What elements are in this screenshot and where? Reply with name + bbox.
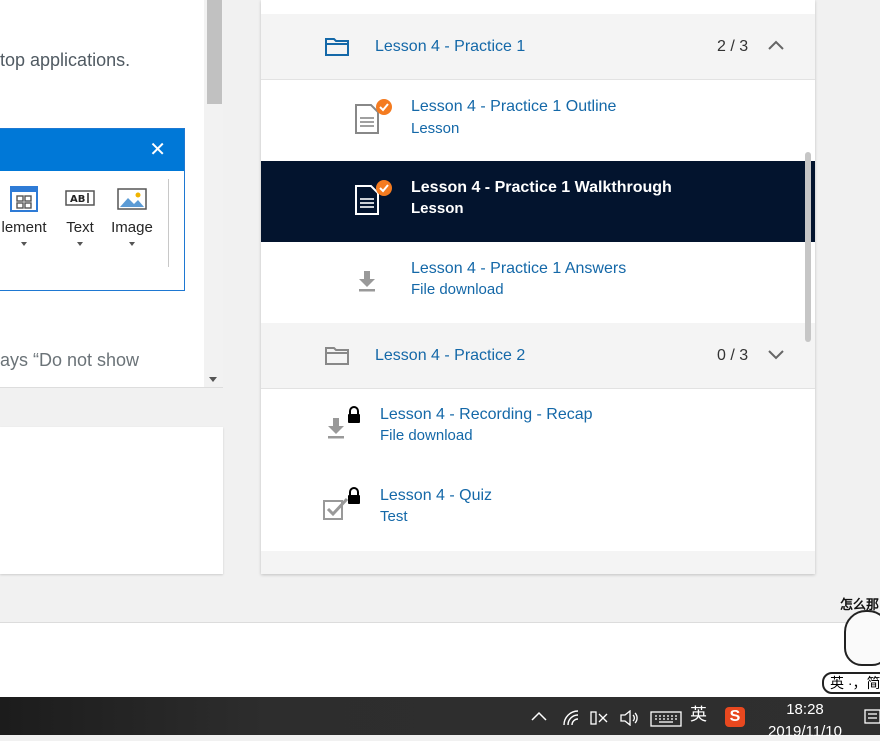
body-text-line: top applications. (0, 50, 131, 70)
section-progress-count: 0 / 3 (717, 347, 749, 364)
element-tool-button[interactable]: lement (0, 185, 52, 246)
text-tool-button[interactable]: AB Text (62, 185, 98, 246)
vertical-scrollbar[interactable] (204, 0, 223, 387)
lesson-item-type: Lesson (411, 200, 464, 217)
lesson-list-scrollbar[interactable] (805, 152, 811, 342)
windows-taskbar: 英 S 18:28 2019/11/10 (0, 697, 880, 740)
section-progress-count: 2 / 3 (717, 38, 749, 55)
chevron-down-icon (21, 242, 27, 246)
completed-check-icon (376, 180, 392, 196)
svg-text:AB: AB (70, 194, 85, 205)
scroll-down-arrow-icon[interactable] (209, 377, 217, 382)
lock-icon (348, 406, 360, 423)
wifi-icon[interactable] (562, 710, 580, 726)
taskbar-clock[interactable]: 18:28 2019/11/10 (760, 701, 850, 741)
chevron-down-icon[interactable] (767, 347, 785, 361)
text-box-icon: AB (65, 190, 95, 206)
chevron-up-icon[interactable] (531, 711, 547, 721)
download-icon (328, 418, 344, 439)
clock-date: 2019/11/10 (768, 723, 842, 740)
network-disconnected-icon[interactable] (590, 710, 610, 726)
completed-check-icon (376, 99, 392, 115)
scrollbar-thumb[interactable] (207, 0, 222, 104)
ime-status-bubble: 英 ·，简 (822, 672, 880, 694)
lesson-item-quiz[interactable]: Lesson 4 - Quiz Test (261, 470, 815, 551)
lesson-item-title: Lesson 4 - Recording - Recap (380, 406, 593, 423)
checkbox-icon (323, 497, 349, 520)
window-title-bar: ✕ (0, 129, 184, 171)
embedded-ribbon-window: ✕ lement AB Text Image (0, 128, 185, 291)
element-grid-icon (10, 186, 38, 212)
download-icon (359, 271, 375, 292)
keyboard-icon[interactable] (650, 711, 682, 727)
body-text-line: ays “Do not show (0, 350, 140, 370)
meme-face-icon (844, 610, 880, 666)
lesson-item-title: Lesson 4 - Quiz (380, 487, 493, 504)
panel-top-strip (261, 0, 815, 14)
ribbon-toolbar: lement AB Text Image (0, 179, 169, 267)
clock-time: 18:28 (786, 701, 824, 718)
page-bottom-area (0, 622, 880, 697)
lesson-item-walkthrough[interactable]: Lesson 4 - Practice 1 Walkthrough Lesson (261, 161, 815, 242)
section-header-practice-1[interactable]: Lesson 4 - Practice 1 2 / 3 (261, 14, 815, 80)
lesson-list-panel: Lesson 4 - Practice 1 2 / 3 Lesson 4 - P… (261, 0, 815, 574)
chevron-up-icon[interactable] (767, 38, 785, 52)
section-title: Lesson 4 - Practice 2 (375, 347, 526, 364)
lesson-item-type: File download (411, 281, 504, 298)
lesson-item-type: Test (380, 508, 408, 525)
lesson-item-type: Lesson (411, 120, 460, 137)
folder-icon (325, 38, 349, 56)
section-title: Lesson 4 - Practice 1 (375, 38, 526, 55)
lesson-item-title: Lesson 4 - Practice 1 Walkthrough (411, 179, 672, 196)
lesson-item-title: Lesson 4 - Practice 1 Outline (411, 98, 617, 115)
image-tool-button[interactable]: Image (106, 185, 158, 246)
lesson-item-answers[interactable]: Lesson 4 - Practice 1 Answers File downl… (261, 242, 815, 323)
image-icon (117, 188, 147, 210)
sticker-overlay: 怎么那 英 ·，简 (822, 594, 880, 698)
chevron-down-icon (129, 242, 135, 246)
lesson-item-outline[interactable]: Lesson 4 - Practice 1 Outline Lesson (261, 80, 815, 161)
lesson-item-recording-recap[interactable]: Lesson 4 - Recording - Recap File downlo… (261, 389, 815, 470)
element-tool-label: lement (1, 219, 47, 236)
section-header-practice-2[interactable]: Lesson 4 - Practice 2 0 / 3 (261, 323, 815, 389)
volume-icon[interactable] (620, 710, 640, 726)
notification-center-icon[interactable] (864, 709, 880, 727)
chevron-down-icon (77, 242, 83, 246)
ime-language-indicator[interactable]: 英 (690, 706, 707, 724)
left-content-card (0, 427, 223, 574)
image-tool-label: Image (111, 219, 153, 236)
sogou-ime-icon[interactable]: S (725, 707, 745, 727)
lesson-item-title: Lesson 4 - Practice 1 Answers (411, 260, 627, 277)
lock-icon (348, 487, 360, 504)
text-tool-label: Text (66, 219, 94, 236)
left-content-panel: top applications. ✕ lement AB Text Image… (0, 0, 223, 388)
lesson-item-type: File download (380, 427, 473, 444)
folder-icon (325, 347, 349, 365)
close-icon[interactable]: ✕ (149, 140, 166, 160)
